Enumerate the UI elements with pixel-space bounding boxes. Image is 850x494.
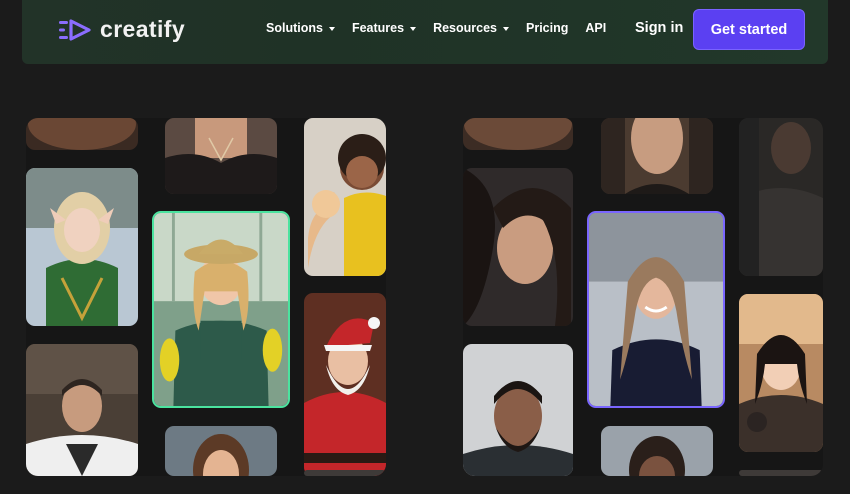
- nav-features-label: Features: [351, 21, 405, 35]
- nav-api-label: API: [585, 21, 607, 35]
- nav-resources[interactable]: Resources: [433, 21, 509, 35]
- avatar-thumbnail[interactable]: [739, 118, 823, 276]
- nav-solutions-label: Solutions: [266, 21, 323, 35]
- avatar-thumbnail-selected[interactable]: [587, 211, 725, 408]
- avatar-thumbnail[interactable]: [463, 168, 573, 326]
- avatar-thumbnail[interactable]: [26, 118, 138, 150]
- avatar-thumbnail[interactable]: [26, 344, 138, 476]
- avatar-thumbnail[interactable]: [463, 344, 573, 476]
- avatar-gallery-right: [463, 118, 823, 476]
- avatar-thumbnail[interactable]: [304, 118, 386, 276]
- chevron-down-icon: [410, 26, 417, 31]
- avatar-thumbnail-selected[interactable]: [152, 211, 290, 408]
- top-navbar: creatify Solutions Features Resources Pr…: [22, 0, 828, 64]
- avatar-thumbnail[interactable]: [739, 294, 823, 452]
- avatar-thumbnail[interactable]: [165, 118, 277, 194]
- chevron-down-icon: [503, 26, 509, 31]
- nav-pricing[interactable]: Pricing: [526, 21, 568, 35]
- nav-resources-label: Resources: [433, 21, 497, 35]
- main-nav: Solutions Features Resources Pricing API: [266, 21, 606, 35]
- chevron-down-icon: [328, 26, 335, 31]
- avatar-thumbnail[interactable]: [463, 118, 573, 150]
- avatar-thumbnail[interactable]: [601, 426, 713, 476]
- avatar-thumbnail[interactable]: [304, 293, 386, 476]
- nav-api[interactable]: API: [585, 21, 606, 35]
- avatar-thumbnail[interactable]: [165, 426, 277, 476]
- avatar-thumbnail[interactable]: [739, 470, 823, 476]
- creatify-logo-icon: [59, 18, 91, 41]
- nav-solutions[interactable]: Solutions: [266, 21, 335, 35]
- avatar-thumbnail[interactable]: [304, 470, 386, 476]
- get-started-button[interactable]: Get started: [693, 9, 805, 50]
- brand-name: creatify: [100, 16, 186, 42]
- nav-features[interactable]: Features: [351, 21, 417, 35]
- signin-link[interactable]: Sign in: [635, 20, 683, 36]
- avatar-thumbnail[interactable]: [601, 118, 713, 194]
- nav-pricing-label: Pricing: [526, 21, 569, 35]
- avatar-gallery-left: [26, 118, 386, 476]
- brand-logo[interactable]: creatify: [58, 16, 185, 43]
- avatar-thumbnail[interactable]: [26, 168, 138, 326]
